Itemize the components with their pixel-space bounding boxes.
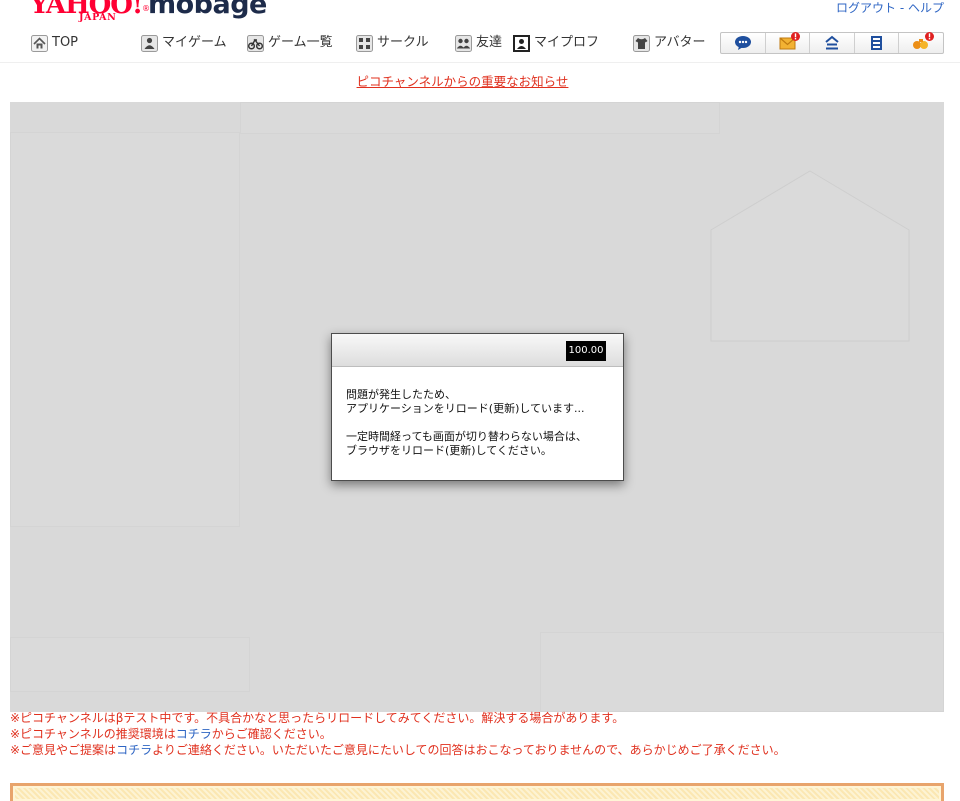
- town-icon: [824, 35, 840, 51]
- nav-item-label: TOP: [52, 35, 79, 50]
- nav-item-top[interactable]: TOP: [31, 34, 78, 52]
- mail-icon: [779, 32, 800, 50]
- footer-note-text: からご確認ください。: [211, 727, 332, 741]
- dialog-hint-line: 一定時間経っても画面が切り替わらない場合は、: [346, 430, 587, 443]
- dimmed-game-panel: [10, 132, 240, 527]
- friends-icon: [455, 34, 472, 52]
- avatar-icon: [633, 34, 650, 52]
- footer-note: ※ご意見やご提案はコチラよりご連絡ください。いただいたご意見にたいしての回答はお…: [10, 742, 786, 758]
- activity-icon: [912, 32, 935, 50]
- quick-diary-button[interactable]: [853, 33, 899, 53]
- yahoo-mobage-logo[interactable]: YAHOO! ® JAPAN mobage: [28, 0, 273, 28]
- nav-item-label: ゲーム一覧: [268, 35, 333, 50]
- logo-mobage-text: mobage: [148, 0, 267, 20]
- header-divider: [0, 62, 960, 63]
- dialog-header: 100.00: [332, 334, 623, 367]
- recommended-environment-link[interactable]: コチラ: [176, 727, 212, 741]
- nav-item-friends[interactable]: 友達: [455, 34, 502, 52]
- dimmed-game-panel: [10, 637, 250, 692]
- dialog-message-line: アプリケーションをリロード(更新)しています...: [346, 402, 585, 415]
- notification-badge-icon: [925, 32, 935, 41]
- reload-dialog: 100.00 問題が発生したため、 アプリケーションをリロード(更新)しています…: [331, 333, 624, 481]
- dimmed-game-panel: [240, 102, 720, 134]
- nav-item-avatar[interactable]: アバター: [633, 34, 705, 52]
- dialog-message-line: 問題が発生したため、: [346, 388, 456, 401]
- quick-icon-bar: [720, 32, 944, 54]
- dialog-progress-badge: 100.00: [566, 341, 606, 361]
- quick-mail-button[interactable]: [764, 32, 810, 53]
- game-list-icon: [247, 34, 264, 52]
- footer-note-text: ※ご意見やご提案は: [10, 743, 117, 757]
- my-game-icon: [141, 34, 158, 52]
- nav-item-label: マイプロフ: [534, 35, 600, 50]
- dimmed-house-graphic: [710, 170, 910, 342]
- important-notice: ピコチャンネルからの重要なお知らせ: [0, 74, 925, 90]
- home-icon: [31, 34, 48, 52]
- nav-item-label: マイゲーム: [162, 35, 227, 50]
- footer-note-text: ※ピコチャンネルの推奨環境は: [10, 727, 176, 741]
- quick-town-button[interactable]: [809, 33, 854, 53]
- circle-icon: [356, 34, 373, 52]
- diary-icon: [870, 35, 883, 51]
- nav-item-label: アバター: [654, 35, 706, 50]
- dialog-hint-line: ブラウザをリロード(更新)してください。: [346, 444, 552, 457]
- dimmed-game-panel: [540, 632, 944, 712]
- footer-note-text: よりご連絡ください。いただいたご意見にたいしての回答はおこなっておりませんので、…: [152, 743, 786, 757]
- account-links: ログアウト - ヘルプ: [836, 0, 944, 16]
- dialog-body: 問題が発生したため、 アプリケーションをリロード(更新)しています... 一定時…: [332, 367, 623, 458]
- logo-japan-text: JAPAN: [79, 12, 117, 23]
- dialog-hint: 一定時間経っても画面が切り替わらない場合は、 ブラウザをリロード(更新)してくだ…: [346, 430, 623, 458]
- footer-note: ※ピコチャンネルの推奨環境はコチラからご確認ください。: [10, 726, 786, 742]
- quick-chat-button[interactable]: [721, 33, 765, 53]
- footer-note: ※ピコチャンネルはβテスト中です。不具合かなと思ったらリロードしてみてください。…: [10, 710, 786, 726]
- logout-link[interactable]: ログアウト: [836, 1, 896, 15]
- dialog-message: 問題が発生したため、 アプリケーションをリロード(更新)しています...: [346, 388, 623, 416]
- footer-note-text: ※ピコチャンネルはβテスト中です。不具合かなと思ったらリロードしてみてください。…: [10, 711, 625, 725]
- nav-item-label: サークル: [377, 35, 429, 50]
- nav-item-circle[interactable]: サークル: [356, 34, 429, 52]
- notification-badge-icon: [790, 32, 800, 41]
- account-links-separator: -: [896, 1, 908, 15]
- chat-icon: [734, 35, 752, 51]
- nav-item-game-list[interactable]: ゲーム一覧: [247, 34, 333, 52]
- important-notice-link[interactable]: ピコチャンネルからの重要なお知らせ: [357, 74, 569, 89]
- feedback-link[interactable]: コチラ: [116, 743, 152, 757]
- bottom-banner-box: [10, 783, 944, 801]
- nav-item-my-profile[interactable]: マイプロフ: [513, 34, 599, 52]
- footer-notes: ※ピコチャンネルはβテスト中です。不具合かなと思ったらリロードしてみてください。…: [10, 710, 786, 758]
- nav-item-my-game[interactable]: マイゲーム: [141, 34, 227, 52]
- profile-icon: [513, 34, 530, 52]
- nav-item-label: 友達: [476, 35, 503, 50]
- quick-activity-button[interactable]: [898, 32, 943, 53]
- help-link[interactable]: ヘルプ: [908, 1, 944, 15]
